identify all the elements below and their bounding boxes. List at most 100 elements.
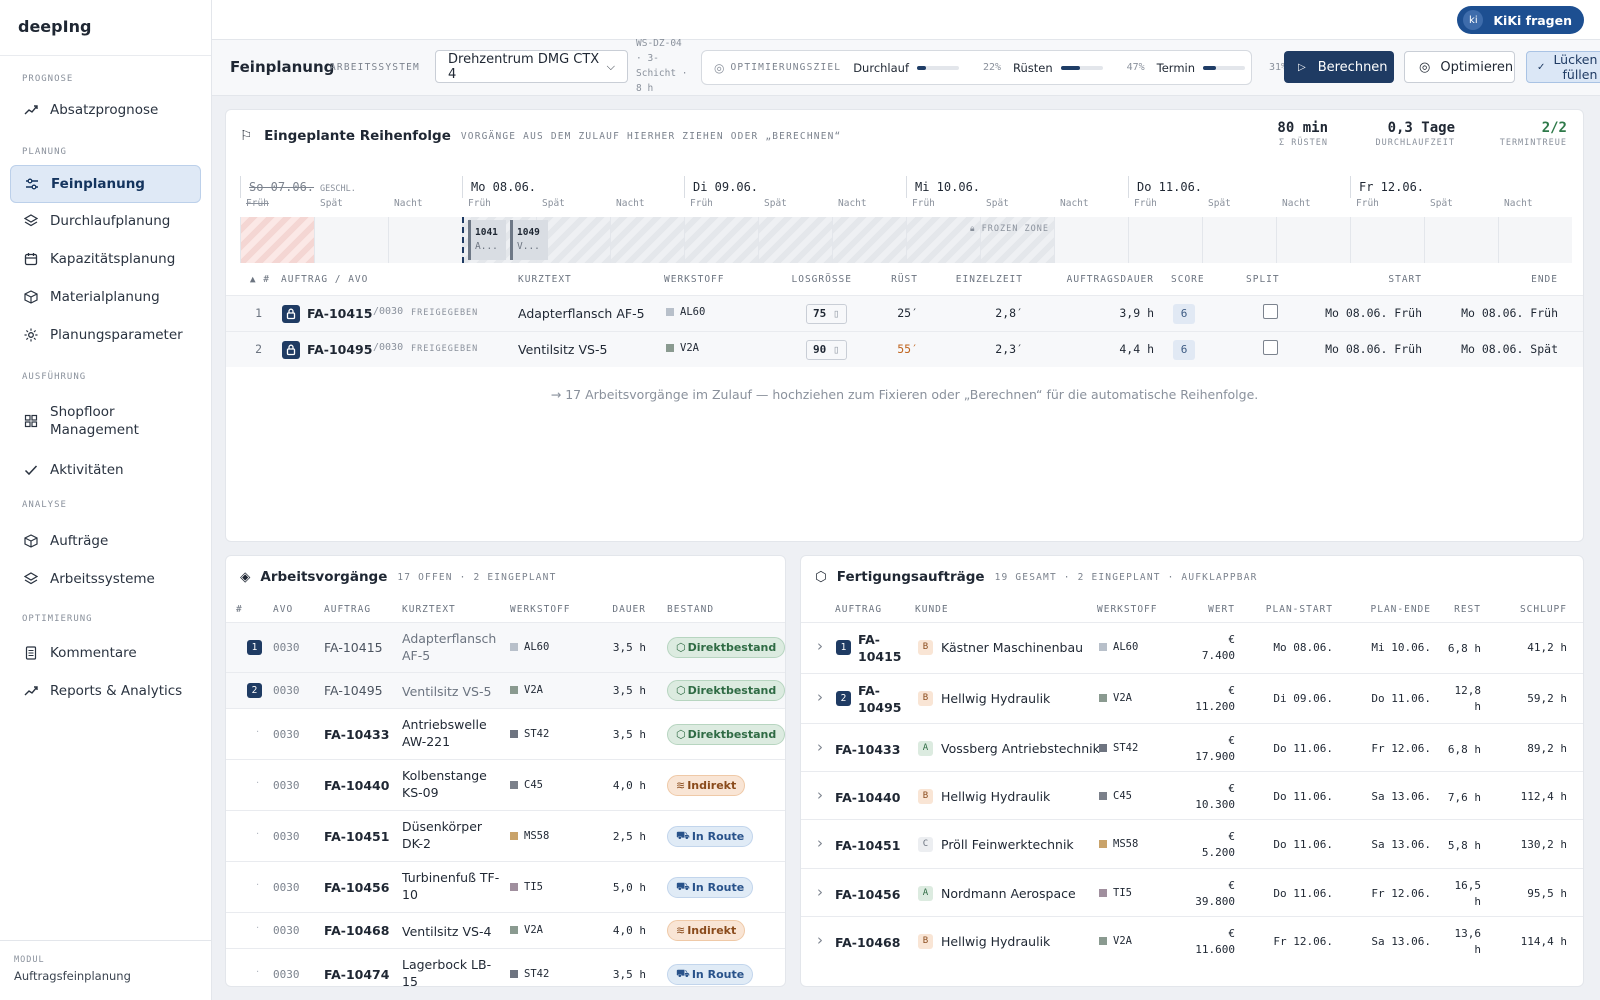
- goal-bar[interactable]: [917, 65, 960, 70]
- table-row[interactable]: · 0030 FA-10451 Düsenkörper DK-2 MS58 2,5 h ⛟ …: [226, 810, 785, 861]
- column-header[interactable]: SCHLUPF: [1501, 604, 1567, 615]
- order-id[interactable]: FA-10495: [324, 683, 383, 698]
- order-id[interactable]: FA-10433: [324, 727, 389, 742]
- gantt-cell[interactable]: [1276, 217, 1350, 263]
- column-header[interactable]: WERKSTOFF: [664, 274, 724, 285]
- order-id[interactable]: FA-10468: [835, 934, 915, 951]
- sidebar-item-kapazitätsplanung[interactable]: Kapazitätsplanung: [10, 240, 201, 278]
- gantt-cell[interactable]: [1498, 217, 1572, 263]
- chevron-right-icon[interactable]: ›: [817, 834, 823, 852]
- fill-gaps-button[interactable]: ✓ Lücken füllen: [1526, 51, 1600, 83]
- gantt-cell[interactable]: [684, 217, 758, 263]
- column-header[interactable]: RÜST: [866, 274, 918, 285]
- chevron-right-icon[interactable]: ›: [817, 688, 823, 706]
- column-header[interactable]: WERT: [1171, 604, 1235, 615]
- gantt-cell[interactable]: [1202, 217, 1276, 263]
- column-header[interactable]: WERKSTOFF: [1097, 604, 1157, 615]
- column-header[interactable]: LOSGRÖSSE: [768, 274, 852, 285]
- table-row[interactable]: › FA-10456 A Nordmann Aerospace TI5 € 39.800 D…: [801, 868, 1583, 916]
- order-id[interactable]: FA-10474: [324, 967, 389, 982]
- table-row[interactable]: › FA-10468 B Hellwig Hydraulik V2A € 11.600 Fr…: [801, 916, 1583, 964]
- column-header[interactable]: PLAN-START: [1249, 604, 1333, 615]
- column-header[interactable]: KUNDE: [915, 604, 949, 615]
- column-header[interactable]: SPLIT: [1246, 274, 1280, 285]
- lot-size-input[interactable]: 75 ▯: [806, 304, 847, 324]
- column-header[interactable]: KURZTEXT: [518, 274, 572, 285]
- order-id[interactable]: FA-10415: [858, 631, 908, 665]
- column-header[interactable]: REST: [1445, 604, 1481, 615]
- table-row[interactable]: · 0030 FA-10456 Turbinenfuß TF-10 TI5 5,0 h ⛟ …: [226, 861, 785, 912]
- order-id[interactable]: FA-10415: [324, 640, 383, 655]
- order-id[interactable]: FA-10495: [307, 342, 372, 357]
- optimize-button[interactable]: ◎ Optimieren: [1404, 51, 1515, 83]
- table-row[interactable]: 2 FA-10495/0030 FREIGEGEBEN Ventilsitz VS-5…: [226, 331, 1583, 367]
- table-row[interactable]: · 0030 FA-10433 Antriebswelle AW-221 ST42 3,5…: [226, 708, 785, 759]
- gantt-cell[interactable]: [906, 217, 980, 263]
- sidebar-item-absatzprognose[interactable]: Absatzprognose: [10, 91, 201, 129]
- chevron-right-icon[interactable]: ›: [817, 738, 823, 756]
- table-row[interactable]: › FA-10433 A Vossberg Antriebstechnik ST42 € …: [801, 723, 1583, 771]
- chevron-right-icon[interactable]: ›: [817, 637, 823, 655]
- column-header[interactable]: KURZTEXT: [402, 604, 456, 615]
- order-id[interactable]: FA-10415: [307, 306, 372, 321]
- column-header[interactable]: BESTAND: [667, 604, 714, 615]
- order-id[interactable]: FA-10468: [324, 923, 389, 938]
- gantt-cell[interactable]: [610, 217, 684, 263]
- column-header[interactable]: AUFTRAG / AVO: [281, 274, 368, 285]
- system-select[interactable]: Drehzentrum DMG CTX 4 ⌵: [435, 50, 628, 83]
- gantt-cell[interactable]: [1350, 217, 1424, 263]
- table-row[interactable]: › 2 FA-10495 B Hellwig Hydraulik V2A € 11.200 D…: [801, 673, 1583, 723]
- chevron-right-icon[interactable]: ›: [817, 883, 823, 901]
- table-row[interactable]: 2 0030 FA-10495 Ventilsitz VS-5 V2A 3,5 h ⬡ Di…: [226, 672, 785, 708]
- column-header[interactable]: PLAN-ENDE: [1347, 604, 1431, 615]
- sidebar-item-arbeitssysteme[interactable]: Arbeitssysteme: [10, 560, 201, 598]
- gantt-cell[interactable]: [388, 217, 462, 263]
- sidebar-item-shopfloor-management[interactable]: Shopfloor Management: [10, 396, 201, 446]
- gantt-cell[interactable]: [832, 217, 906, 263]
- lock-icon[interactable]: [282, 341, 300, 359]
- table-row[interactable]: · 0030 FA-10440 Kolbenstange KS-09 C45 4,0 h ≋…: [226, 759, 785, 810]
- gantt-cell[interactable]: [1054, 217, 1128, 263]
- table-row[interactable]: › FA-10440 B Hellwig Hydraulik C45 € 10.300 Do…: [801, 771, 1583, 819]
- order-id[interactable]: FA-10433: [835, 741, 915, 758]
- table-row[interactable]: › 1 FA-10415 B Kästner Maschinenbau AL60 € 7.4…: [801, 622, 1583, 672]
- gantt-cell[interactable]: [758, 217, 832, 263]
- order-id[interactable]: FA-10456: [835, 886, 915, 903]
- column-header[interactable]: AUFTRAG: [324, 604, 371, 615]
- order-id[interactable]: FA-10451: [324, 829, 389, 844]
- sidebar-item-materialplanung[interactable]: Materialplanung: [10, 278, 201, 316]
- column-header[interactable]: EINZELZEIT: [931, 274, 1023, 285]
- chevron-right-icon[interactable]: ›: [817, 931, 823, 949]
- table-row[interactable]: 1 0030 FA-10415 Adapterflansch AF-5 AL60 3,5 …: [226, 622, 785, 672]
- goal-bar[interactable]: [1060, 65, 1103, 70]
- gantt-cell[interactable]: [314, 217, 388, 263]
- lock-icon[interactable]: [282, 305, 300, 323]
- gantt-block[interactable]: 1041 A...: [468, 220, 506, 260]
- sidebar-item-aktivitäten[interactable]: Aktivitäten: [10, 451, 201, 489]
- gantt-cell[interactable]: [1128, 217, 1202, 263]
- chevron-right-icon[interactable]: ›: [817, 786, 823, 804]
- split-checkbox[interactable]: [1263, 304, 1278, 319]
- column-header[interactable]: WERKSTOFF: [510, 604, 570, 615]
- table-row[interactable]: · 0030 FA-10468 Ventilsitz VS-4 V2A 4,0 h ≋ In…: [226, 912, 785, 948]
- order-id[interactable]: FA-10495: [858, 682, 908, 716]
- column-header[interactable]: AUFTRAGSDAUER: [1038, 274, 1154, 285]
- column-header[interactable]: SCORE: [1171, 274, 1205, 285]
- column-header[interactable]: START: [1326, 274, 1422, 285]
- lot-size-input[interactable]: 90 ▯: [806, 340, 847, 360]
- column-header[interactable]: DAUER: [594, 604, 646, 615]
- order-id[interactable]: FA-10440: [835, 789, 915, 806]
- goal-bar[interactable]: [1203, 65, 1246, 70]
- column-header[interactable]: ▲ #: [240, 274, 270, 285]
- column-header[interactable]: AUFTRAG: [835, 604, 882, 615]
- table-row[interactable]: 1 FA-10415/0030 FREIGEGEBEN Adapterflansch …: [226, 295, 1583, 331]
- sidebar-item-planungsparameter[interactable]: Planungsparameter: [10, 316, 201, 354]
- calculate-button[interactable]: ▷ Berechnen: [1284, 51, 1394, 83]
- column-header[interactable]: AVO: [273, 604, 293, 615]
- order-id[interactable]: FA-10440: [324, 778, 389, 793]
- column-header[interactable]: ENDE: [1446, 274, 1558, 285]
- sidebar-item-kommentare[interactable]: Kommentare: [10, 634, 201, 672]
- sidebar-item-reports-analytics[interactable]: Reports & Analytics: [10, 672, 201, 710]
- sidebar-item-feinplanung[interactable]: Feinplanung: [10, 165, 201, 203]
- table-row[interactable]: › FA-10451 C Pröll Feinwerktechnik MS58 € 5.2…: [801, 819, 1583, 867]
